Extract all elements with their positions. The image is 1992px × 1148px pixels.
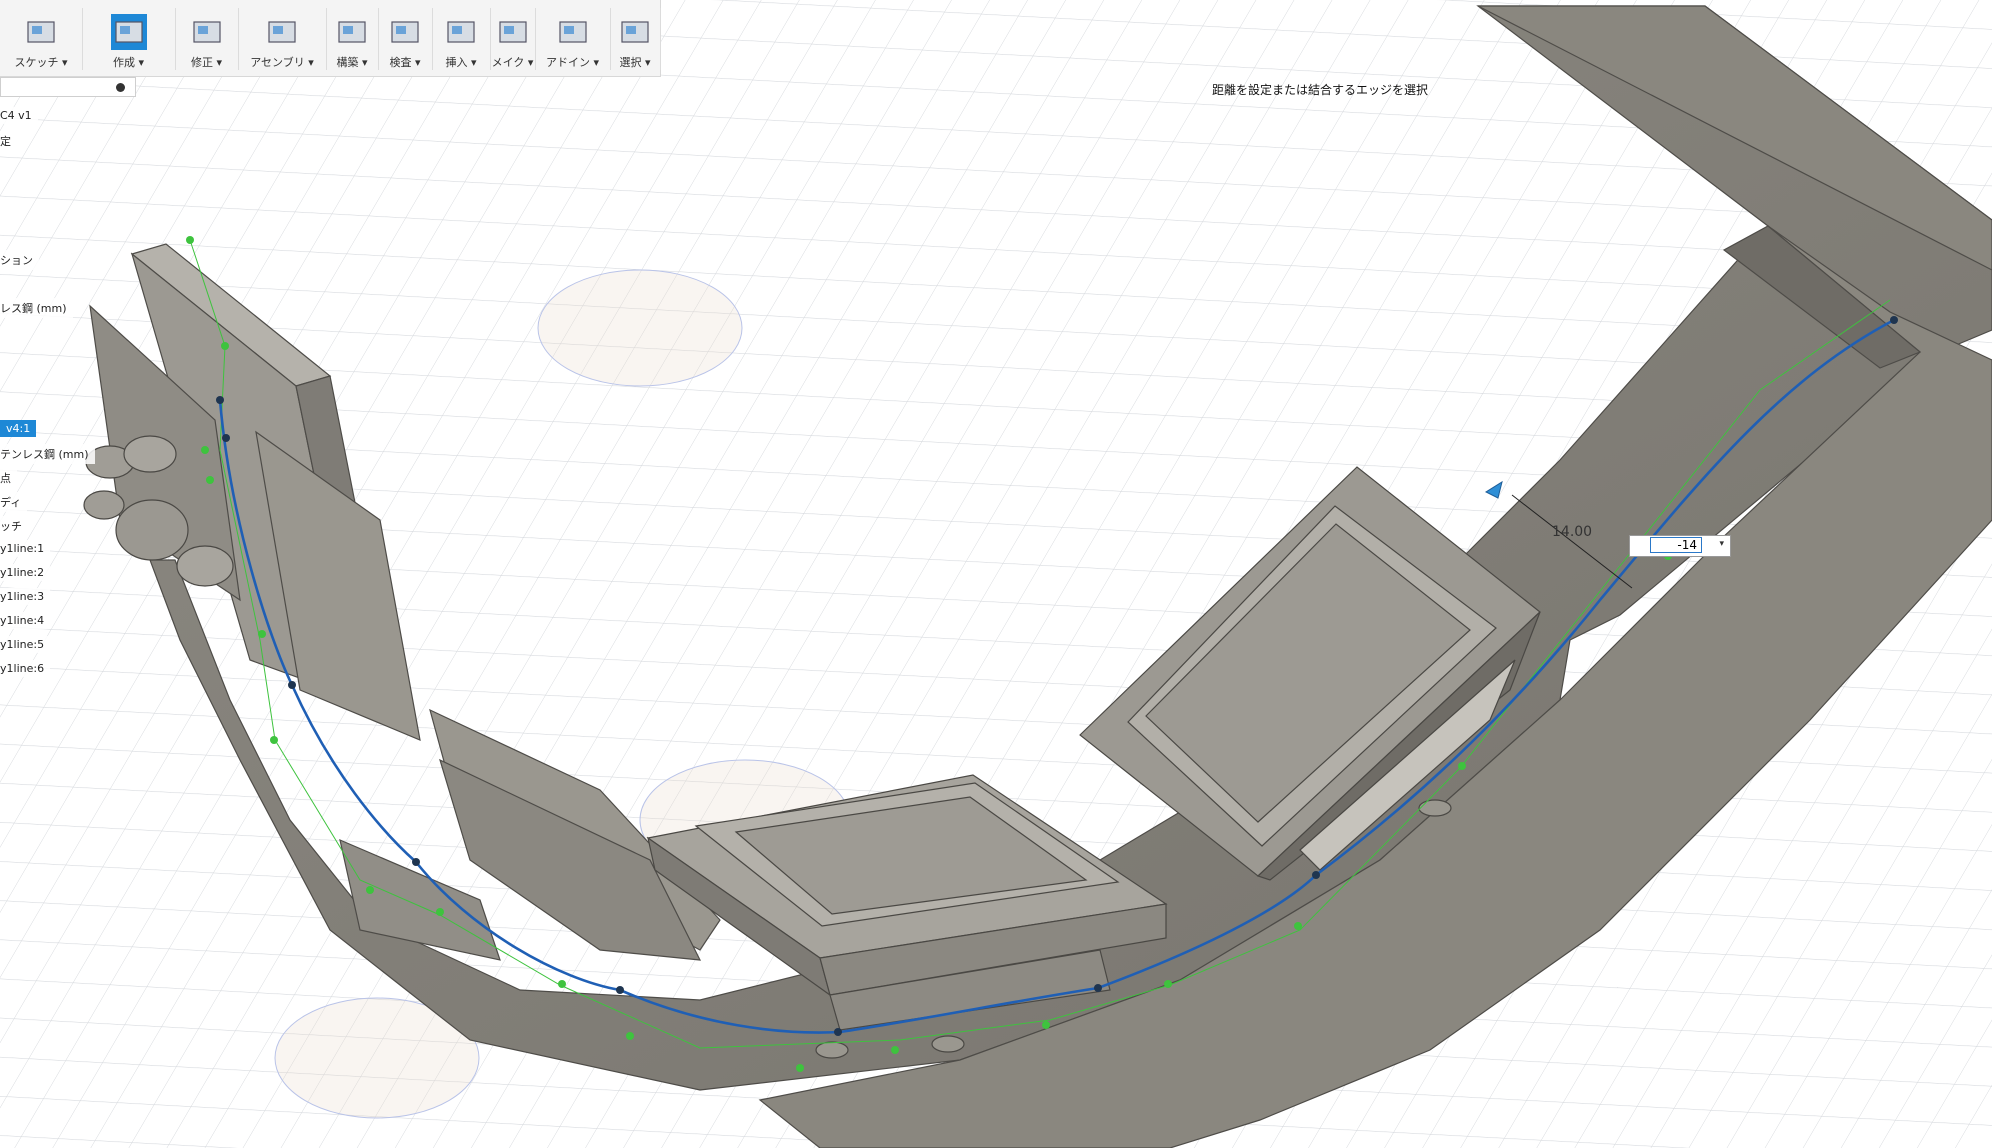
- browser-item[interactable]: 定: [0, 131, 17, 151]
- toolbar-group-label[interactable]: 構築 ▾: [336, 54, 367, 70]
- browser-item[interactable]: y1line:5: [0, 636, 51, 653]
- toolbar-group-3[interactable]: アセンブリ ▾: [238, 8, 327, 70]
- create-icon[interactable]: [110, 14, 147, 50]
- construct-icon[interactable]: [334, 14, 370, 50]
- toolbar-group-9[interactable]: 選択 ▾: [610, 8, 661, 70]
- browser-item[interactable]: y1line:4: [0, 612, 51, 629]
- command-prompt: 距離を設定または結合するエッジを選択: [1212, 83, 1429, 97]
- browser-item[interactable]: y1line:1: [0, 540, 51, 557]
- browser-item[interactable]: ディ: [0, 492, 28, 512]
- toolbar-group-1[interactable]: 作成 ▾: [82, 8, 176, 70]
- browser-item[interactable]: y1line:2: [0, 564, 51, 581]
- toolbar-group-0[interactable]: スケッチ ▾: [0, 8, 83, 70]
- assembly-icon[interactable]: [264, 14, 300, 50]
- insert-icon[interactable]: [443, 14, 479, 50]
- toolbar-group-4[interactable]: 構築 ▾: [326, 8, 379, 70]
- toolbar-group-label[interactable]: 作成 ▾: [113, 54, 144, 70]
- modify-icon[interactable]: [189, 14, 225, 50]
- browser-item[interactable]: ション: [0, 250, 39, 270]
- toolbar-group-label[interactable]: スケッチ ▾: [14, 54, 67, 70]
- dimension-input[interactable]: -14 ▾: [1629, 535, 1731, 557]
- toolbar-group-label[interactable]: アセンブリ ▾: [250, 54, 313, 70]
- toolbar-group-label[interactable]: 挿入 ▾: [445, 54, 476, 70]
- browser-item[interactable]: y1line:3: [0, 588, 51, 605]
- 3d-viewport[interactable]: 14.00: [0, 0, 1992, 1148]
- browser-item[interactable]: ッチ: [0, 516, 28, 536]
- browser-item[interactable]: C4 v1: [0, 107, 38, 124]
- toolbar-group-5[interactable]: 検査 ▾: [378, 8, 433, 70]
- make-icon[interactable]: [495, 14, 531, 50]
- browser-item[interactable]: テンレス鋼 (mm): [0, 444, 95, 464]
- select-icon[interactable]: [617, 14, 653, 50]
- toolbar-group-label[interactable]: 検査 ▾: [389, 54, 420, 70]
- toolbar-group-label[interactable]: アドイン ▾: [546, 54, 599, 70]
- toolbar-group-6[interactable]: 挿入 ▾: [432, 8, 491, 70]
- browser-item[interactable]: y1line:6: [0, 660, 51, 677]
- filter-icon[interactable]: [116, 83, 125, 92]
- toolbar-group-label[interactable]: 選択 ▾: [619, 54, 650, 70]
- browser-item[interactable]: 点: [0, 468, 17, 488]
- toolbar-group-label[interactable]: メイク ▾: [492, 54, 534, 70]
- ribbon-toolbar: スケッチ ▾ 作成 ▾ 修正 ▾ アセンブリ ▾ 構築 ▾ 検査 ▾ 挿入 ▾ メイク ▾ アド…: [0, 0, 661, 77]
- sketch-icon[interactable]: [23, 14, 59, 50]
- browser-item[interactable]: レス鋼 (mm): [0, 298, 73, 318]
- toolbar-group-8[interactable]: アドイン ▾: [535, 8, 611, 70]
- browser-search-bar[interactable]: [0, 77, 136, 97]
- browser-item[interactable]: v4:1: [0, 420, 37, 437]
- addins-icon[interactable]: [555, 14, 591, 50]
- inspect-icon[interactable]: [387, 14, 423, 50]
- dimension-input-value[interactable]: -14: [1650, 537, 1702, 553]
- chevron-down-icon[interactable]: ▾: [1719, 539, 1724, 549]
- toolbar-group-7[interactable]: メイク ▾: [490, 8, 536, 70]
- toolbar-group-2[interactable]: 修正 ▾: [175, 8, 239, 70]
- toolbar-group-label[interactable]: 修正 ▾: [191, 54, 222, 70]
- dimension-label: 14.00: [1552, 524, 1592, 540]
